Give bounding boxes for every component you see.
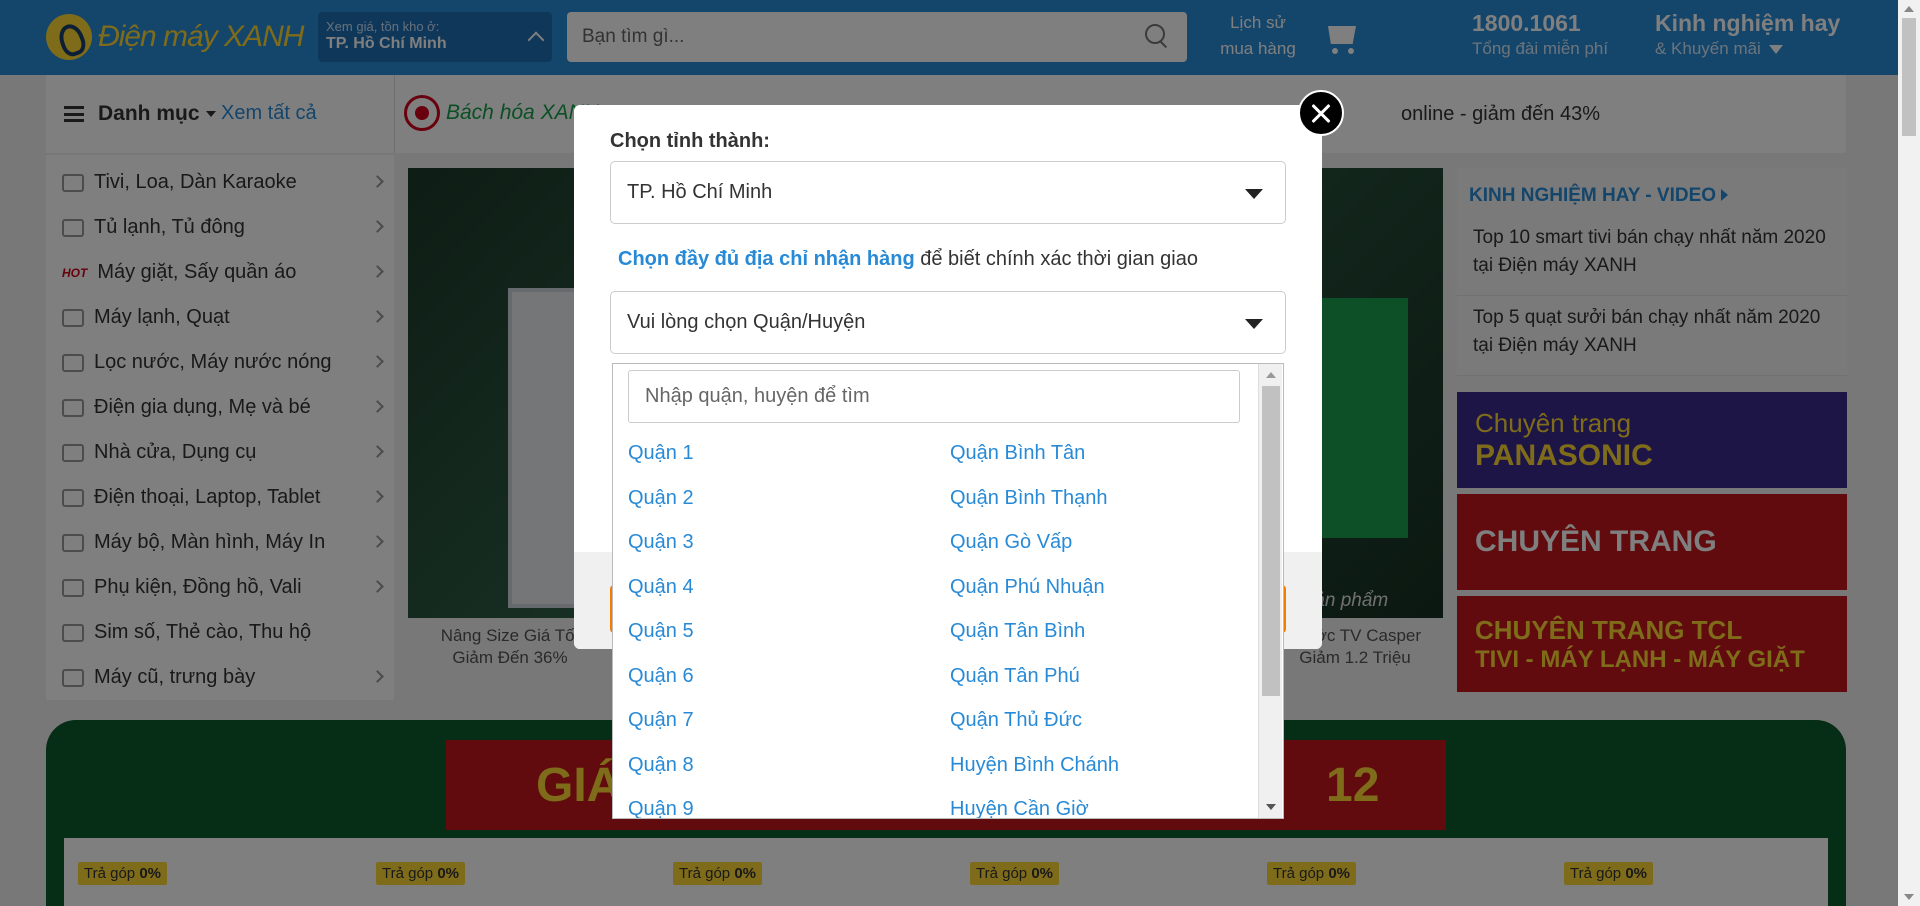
page-scroll-thumb[interactable] [1902, 18, 1916, 136]
district-option[interactable]: Quận 5 [628, 609, 694, 653]
district-option[interactable]: Quận 4 [628, 565, 694, 609]
address-hint-text: để biết chính xác thời gian giao [914, 248, 1198, 270]
district-option[interactable]: Quận Thủ Đức [950, 698, 1082, 742]
caret-down-icon [1245, 319, 1263, 329]
district-option[interactable]: Quận Phú Nhuận [950, 565, 1105, 609]
district-option[interactable]: Quận Tân Phú [950, 654, 1080, 698]
district-option[interactable]: Quận 9 [628, 787, 694, 818]
district-option[interactable]: Huyện Cần Giờ [950, 787, 1089, 818]
district-option[interactable]: Quận 6 [628, 654, 694, 698]
modal-title: Chọn tỉnh thành: [610, 130, 770, 152]
district-search-input[interactable] [628, 370, 1240, 423]
full-address-link[interactable]: Chọn đầy đủ địa chỉ nhận hàng [618, 248, 915, 270]
district-option[interactable]: Quận 1 [628, 431, 694, 475]
district-option[interactable]: Quận Tân Bình [950, 609, 1085, 653]
district-option[interactable]: Quận 2 [628, 476, 694, 520]
district-dropdown: Quận 1 Quận 2 Quận 3 Quận 4 Quận 5 Quận … [612, 363, 1284, 819]
scroll-down-icon[interactable] [1904, 894, 1914, 900]
scroll-thumb[interactable] [1262, 386, 1280, 696]
scroll-down-icon[interactable] [1266, 804, 1276, 810]
district-option[interactable]: Quận Bình Thạnh [950, 476, 1108, 520]
district-option[interactable]: Quận 3 [628, 520, 694, 564]
scroll-up-icon[interactable] [1904, 6, 1914, 12]
district-select-value: Vui lòng chọn Quận/Huyện [627, 311, 866, 333]
caret-down-icon [1245, 189, 1263, 199]
page-scrollbar[interactable] [1898, 0, 1920, 906]
city-select-value: TP. Hồ Chí Minh [627, 181, 773, 203]
address-hint: Chọn đầy đủ địa chỉ nhận hàng để biết ch… [618, 248, 1198, 271]
district-option[interactable]: Huyện Bình Chánh [950, 743, 1119, 787]
district-option[interactable]: Quận 8 [628, 743, 694, 787]
city-select[interactable]: TP. Hồ Chí Minh [610, 161, 1286, 224]
scroll-up-icon[interactable] [1266, 372, 1276, 378]
district-option[interactable]: Quận 7 [628, 698, 694, 742]
district-option[interactable]: Quận Gò Vấp [950, 520, 1072, 564]
district-option[interactable]: Quận Bình Tân [950, 431, 1085, 475]
district-scrollbar[interactable] [1258, 364, 1282, 818]
close-icon[interactable] [1298, 90, 1344, 136]
district-select[interactable]: Vui lòng chọn Quận/Huyện [610, 291, 1286, 354]
